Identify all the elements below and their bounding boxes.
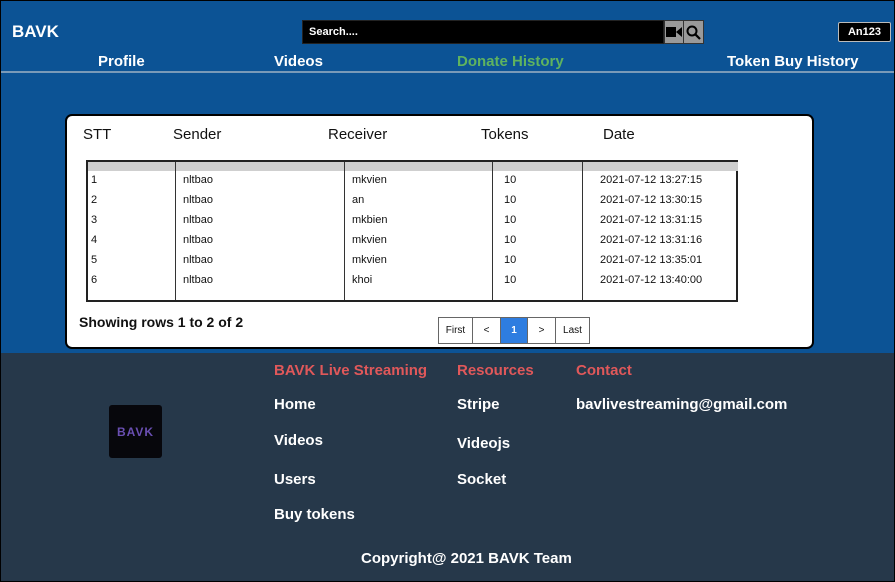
table-cell-date: 2021-07-12 13:31:16 (600, 234, 703, 246)
footer-heading-live-streaming: BAVK Live Streaming (274, 362, 428, 379)
table-cell-sender: nltbao (183, 214, 213, 226)
table-cell-stt: 4 (91, 234, 98, 246)
video-camera-icon (666, 27, 682, 37)
table-cell-receiver: an (352, 194, 365, 206)
column-header-receiver: Receiver (328, 126, 388, 143)
table-cell-receiver: mkvien (352, 174, 387, 186)
donate-history-table: 1 nltbao mkvien 10 2021-07-12 13:27:15 2 nltba… (86, 160, 738, 302)
footer-link-videos[interactable]: Videos (274, 432, 323, 449)
table-cell-receiver: mkbien (352, 214, 388, 226)
table-cell-tokens: 10 (504, 274, 517, 286)
table-cell-sender: nltbao (183, 174, 213, 186)
nav-token-buy-history[interactable]: Token Buy History (727, 53, 858, 70)
footer-heading-resources: Resources (457, 362, 534, 379)
footer-link-socket[interactable]: Socket (457, 471, 506, 488)
footer-link-users[interactable]: Users (274, 471, 316, 488)
page: BAVK Search.... An123 Profile Videos Don… (1, 1, 894, 581)
table-cell-receiver: mkvien (352, 234, 387, 246)
copyright-text: Copyright@ 2021 BAVK Team (361, 550, 572, 567)
table-cell-date: 2021-07-12 13:40:00 (600, 274, 703, 286)
column-header-date: Date (603, 126, 635, 143)
search-input[interactable]: Search.... (302, 20, 664, 44)
table-cell-stt: 3 (91, 214, 98, 226)
column-header-sender: Sender (173, 126, 222, 143)
page-prev-button[interactable]: < (473, 317, 501, 344)
table-cell-tokens: 10 (504, 254, 517, 266)
table-cell-receiver: khoi (352, 274, 373, 286)
pagination: First < 1 > Last (438, 317, 590, 344)
table-cell-date: 2021-07-12 13:30:15 (600, 194, 703, 206)
column-divider (344, 162, 345, 300)
table-cell-tokens: 10 (504, 174, 517, 186)
table-cell-stt: 6 (91, 274, 98, 286)
table-cell-stt: 2 (91, 194, 98, 206)
column-divider (175, 162, 176, 300)
table-cell-date: 2021-07-12 13:31:15 (600, 214, 703, 226)
footer-heading-contact: Contact (576, 362, 632, 379)
column-header-stt: STT (83, 126, 112, 143)
footer-link-home[interactable]: Home (274, 396, 316, 413)
search-button[interactable] (683, 20, 704, 44)
page-current-button[interactable]: 1 (501, 317, 528, 344)
footer-link-videojs[interactable]: Videojs (457, 435, 510, 452)
page-last-button[interactable]: Last (556, 317, 590, 344)
nav-videos[interactable]: Videos (274, 53, 323, 70)
table-cell-tokens: 10 (504, 214, 517, 226)
nav-profile[interactable]: Profile (98, 53, 145, 70)
footer: BAVK BAVK Live Streaming Home Videos Use… (1, 353, 894, 581)
footer-link-stripe[interactable]: Stripe (457, 396, 500, 413)
contact-email[interactable]: bavlivestreaming@gmail.com (576, 396, 787, 413)
table-cell-tokens: 10 (504, 194, 517, 206)
table-cell-sender: nltbao (183, 274, 213, 286)
table-cell-stt: 1 (91, 174, 98, 186)
table-header-strip (88, 162, 738, 171)
table-cell-tokens: 10 (504, 234, 517, 246)
nav-donate-history[interactable]: Donate History (457, 53, 564, 70)
table-cell-receiver: mkvien (352, 254, 387, 266)
search-icon (686, 25, 701, 40)
table-cell-date: 2021-07-12 13:35:01 (600, 254, 703, 266)
brand-logo[interactable]: BAVK (12, 22, 59, 42)
table-cell-sender: nltbao (183, 254, 213, 266)
table-cell-sender: nltbao (183, 234, 213, 246)
page-first-button[interactable]: First (438, 317, 473, 344)
column-divider (492, 162, 493, 300)
table-cell-sender: nltbao (183, 194, 213, 206)
nav-divider (1, 71, 894, 73)
donate-history-panel: STT Sender Receiver Tokens Date 1 nltbao m… (65, 114, 814, 349)
header-section: BAVK Search.... An123 Profile Videos Don… (1, 1, 894, 353)
column-header-tokens: Tokens (481, 126, 529, 143)
footer-link-buy-tokens[interactable]: Buy tokens (274, 506, 355, 523)
table-cell-date: 2021-07-12 13:27:15 (600, 174, 703, 186)
video-search-button[interactable] (664, 20, 684, 44)
table-cell-stt: 5 (91, 254, 98, 266)
footer-logo: BAVK (109, 405, 162, 458)
page-next-button[interactable]: > (528, 317, 556, 344)
user-account-button[interactable]: An123 (838, 22, 891, 42)
column-divider (582, 162, 583, 300)
rows-summary: Showing rows 1 to 2 of 2 (79, 314, 244, 330)
